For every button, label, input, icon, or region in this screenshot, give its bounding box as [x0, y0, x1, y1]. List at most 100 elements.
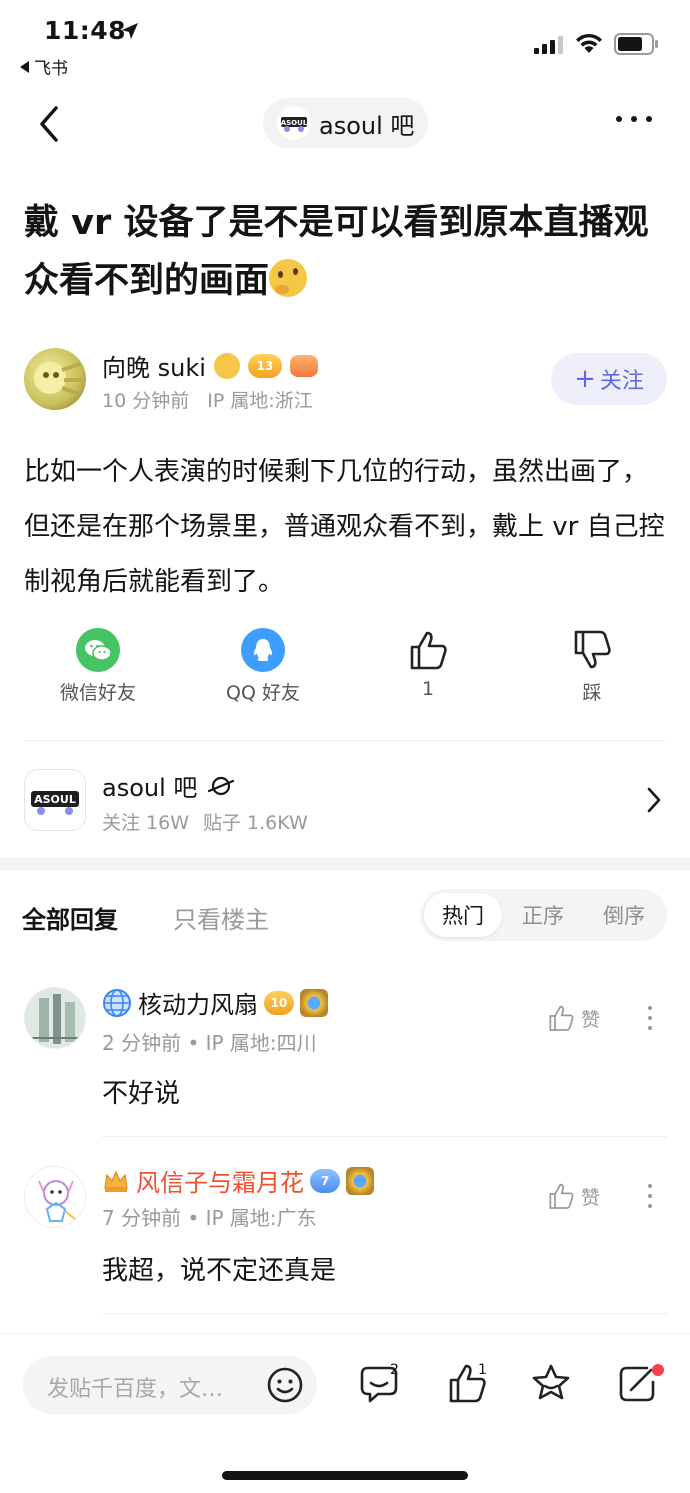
comment-name-row[interactable]: 风信子与霜月花 7 [102, 1163, 374, 1198]
forum-name: asoul 吧 [102, 774, 198, 802]
location-arrow-icon [122, 23, 138, 39]
thumbs-down-icon [572, 628, 612, 672]
comment-like-label: 赞 [581, 1186, 601, 1209]
comment-avatar[interactable] [24, 1166, 86, 1228]
divider [24, 740, 666, 741]
comment-text: 不好说 [102, 1079, 181, 1109]
reply-input[interactable]: 发贴千百度，文… [23, 1356, 317, 1414]
post-title-text: 戴 vr 设备了是不是可以看到原本直播观众看不到的画面 [24, 203, 649, 301]
back-arrow-icon[interactable] [34, 104, 64, 144]
author-ip: IP 属地:浙江 [207, 390, 313, 412]
like-count: 1 [421, 678, 435, 700]
forum-logo[interactable]: ASOUL [24, 769, 86, 831]
post-title: 戴 vr 设备了是不是可以看到原本直播观众看不到的画面 [24, 194, 664, 310]
level-badge: 13 [247, 353, 282, 378]
sort-asc-button[interactable]: 正序 [504, 893, 582, 937]
sort-desc-button[interactable]: 倒序 [585, 893, 663, 937]
kiss-face-emoji-icon [213, 352, 240, 379]
comment-meta: 2 分钟前 • IP 属地:四川 [102, 1031, 317, 1055]
top-nav: ASOUL asoul 吧 [0, 90, 690, 156]
forum-followers: 关注 16W [102, 812, 190, 834]
comment-name-row[interactable]: 核动力风扇 10 [102, 985, 328, 1020]
comment-more-icon[interactable] [648, 1006, 652, 1030]
divider [102, 1136, 667, 1137]
comment-meta: 7 分钟前 • IP 属地:广东 [102, 1206, 317, 1230]
comment-ip: IP 属地:广东 [205, 1206, 317, 1230]
planet-icon [208, 776, 235, 795]
like-button[interactable]: 1 [358, 628, 498, 700]
crown-icon [104, 1170, 128, 1192]
author-name-row[interactable]: 向晚 suki 13 [102, 348, 318, 383]
notification-dot [652, 1364, 664, 1376]
share-qq-label: QQ 好友 [226, 682, 300, 704]
thumbs-up-icon [549, 1183, 574, 1209]
forum-pill-label: asoul 吧 [319, 111, 415, 140]
qq-icon [241, 628, 285, 672]
comment-time: 2 分钟前 [102, 1031, 182, 1055]
more-options-icon[interactable] [616, 116, 652, 122]
post-time: 10 分钟前 [102, 390, 190, 412]
clock: 11:48 [44, 16, 127, 45]
svg-text:ASOUL: ASOUL [34, 793, 76, 806]
thumbs-up-icon [408, 628, 448, 672]
sort-toggle: 热门 正序 倒序 [420, 889, 667, 941]
forum-posts: 贴子 1.6KW [203, 812, 308, 834]
comment-like-label: 赞 [581, 1008, 601, 1031]
section-separator [0, 858, 690, 870]
plus-icon: + [574, 364, 596, 394]
comment-more-icon[interactable] [648, 1184, 652, 1208]
back-triangle-icon [20, 60, 29, 73]
back-to-app-button[interactable]: 飞书 [20, 54, 68, 79]
level-badge: 7 [310, 1168, 340, 1193]
forum-pill-button[interactable]: ASOUL asoul 吧 [263, 98, 428, 148]
level-badge: 10 [264, 990, 294, 1015]
tab-only-op[interactable]: 只看楼主 [173, 900, 269, 935]
thinking-face-emoji-icon [269, 259, 308, 297]
tab-all-replies[interactable]: 全部回复 [22, 900, 118, 935]
comment-like-button[interactable]: 赞 [547, 1004, 600, 1032]
bottom-action-bar: 发贴千百度，文… 2 1 [0, 1333, 690, 1493]
author-meta: 10 分钟前 IP 属地:浙江 [102, 386, 313, 413]
comment-time: 7 分钟前 [102, 1206, 182, 1230]
comment-text: 我超，说不定还真是 [102, 1256, 337, 1286]
asoul-logo-icon: ASOUL [277, 106, 311, 140]
share-qq-button[interactable]: QQ 好友 [193, 628, 333, 705]
sun-badge-icon [300, 988, 328, 1017]
sun-badge-icon [346, 1166, 374, 1195]
author-name: 向晚 suki [102, 354, 206, 382]
status-bar: 11:48 飞书 [0, 0, 690, 80]
member-badge-icon [289, 354, 318, 377]
svg-text:ASOUL: ASOUL [281, 119, 308, 127]
forum-name-row[interactable]: asoul 吧 [102, 768, 235, 803]
star-favorite-icon[interactable] [530, 1362, 572, 1404]
dislike-label: 踩 [582, 682, 602, 704]
share-wechat-label: 微信好友 [59, 682, 136, 704]
home-indicator[interactable] [222, 1471, 468, 1480]
cellular-signal-icon [534, 36, 563, 54]
share-row: 微信好友 QQ 好友 1 踩 [0, 628, 690, 714]
sort-hot-button[interactable]: 热门 [424, 893, 502, 937]
reply-input-placeholder: 发贴千百度，文… [47, 1377, 224, 1402]
comment-like-button[interactable]: 赞 [547, 1182, 600, 1210]
forum-stats: 关注 16W 贴子 1.6KW [102, 808, 308, 835]
comment-ip: IP 属地:四川 [205, 1031, 317, 1055]
share-edit-icon[interactable] [617, 1362, 657, 1404]
comment-avatar[interactable] [24, 987, 86, 1049]
follow-button[interactable]: + 关注 [551, 353, 667, 405]
comment-count: 2 [390, 1362, 399, 1378]
comment-author-name: 核动力风扇 [138, 991, 258, 1019]
wechat-icon [76, 628, 120, 672]
globe-icon [103, 988, 131, 1017]
chevron-right-icon[interactable] [646, 786, 662, 814]
bottom-like-count: 1 [478, 1362, 487, 1378]
dislike-button[interactable]: 踩 [522, 628, 662, 705]
author-avatar[interactable] [24, 348, 86, 410]
comment-author-name: 风信子与霜月花 [136, 1169, 304, 1197]
share-wechat-button[interactable]: 微信好友 [28, 628, 168, 705]
battery-icon [614, 33, 658, 55]
thumbs-up-icon [549, 1005, 574, 1031]
back-app-label: 飞书 [34, 59, 68, 79]
follow-label: 关注 [599, 369, 644, 394]
emoji-smile-icon[interactable] [266, 1366, 304, 1404]
post-body: 比如一个人表演的时候剩下几位的行动，虽然出画了，但还是在那个场景里，普通观众看不… [24, 457, 665, 597]
